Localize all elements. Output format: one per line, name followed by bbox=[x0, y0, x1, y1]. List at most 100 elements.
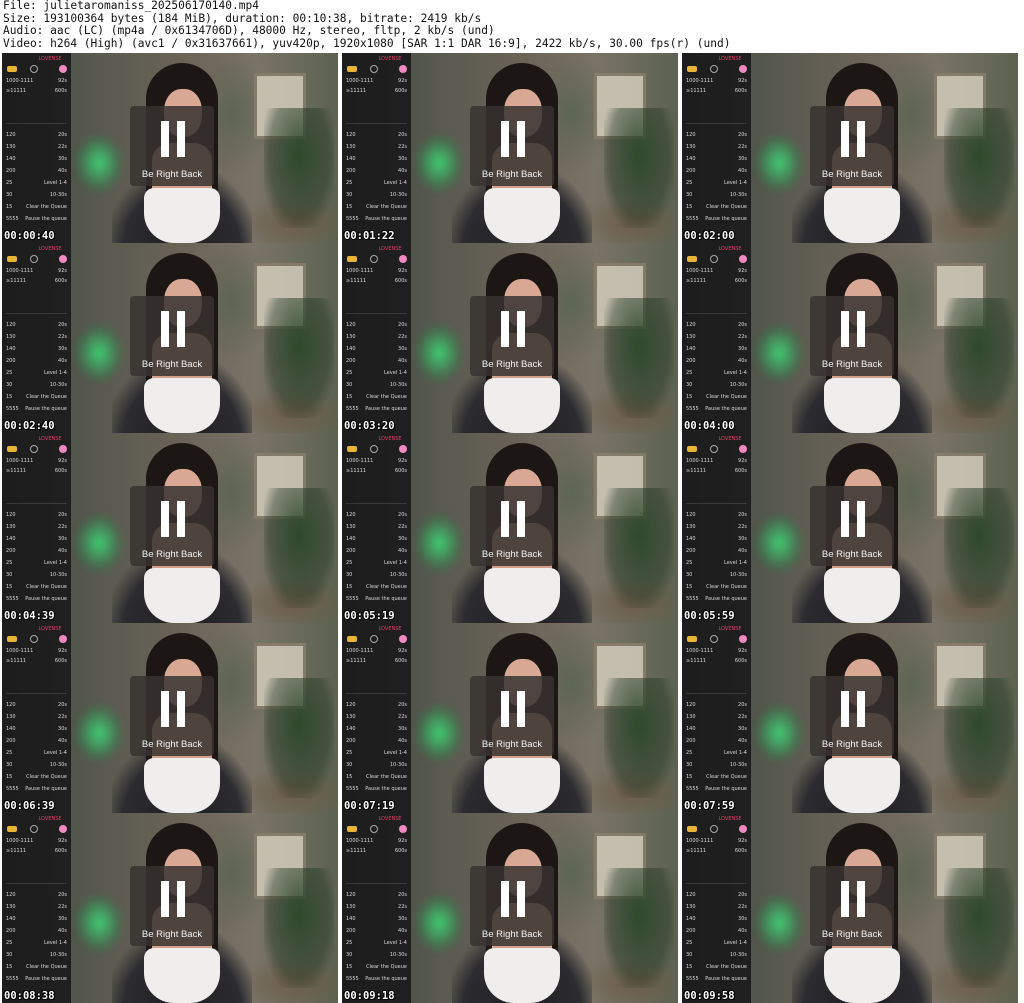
tip-menu-row: 25 Level 1-4 bbox=[346, 179, 407, 188]
tip-menu-row: 30 10-30s bbox=[6, 571, 67, 580]
panel-divider bbox=[6, 883, 67, 884]
tip-menu-amount: 15 bbox=[6, 774, 13, 780]
tip-menu-row: 140 30s bbox=[346, 345, 407, 354]
heart-icon bbox=[399, 825, 407, 833]
brb-label: Be Right Back bbox=[481, 549, 543, 560]
lovense-logo: LOVENSE bbox=[718, 246, 742, 252]
tip-menu-amount: 5555 bbox=[346, 216, 359, 222]
tip-menu-amount: 130 bbox=[6, 714, 16, 720]
tip-menu-amount: 15 bbox=[346, 584, 353, 590]
be-right-back-overlay: Be Right Back bbox=[810, 486, 894, 566]
pause-icon bbox=[161, 311, 185, 347]
tip-menu-panel: LOVENSE 1000-1111 92s ≥11111 600s 120 20s 130 22… bbox=[682, 813, 751, 1003]
tip-menu-action: 600s bbox=[54, 278, 67, 284]
tip-menu-amount: 130 bbox=[346, 904, 356, 910]
tip-menu-row: 1000-1111 92s bbox=[346, 457, 407, 466]
tip-menu-row: 5555 Pause the queue bbox=[346, 215, 407, 224]
tip-menu-action: Clear the Queue bbox=[26, 204, 67, 210]
be-right-back-overlay: Be Right Back bbox=[130, 106, 214, 186]
timer-icon bbox=[30, 255, 38, 263]
tip-menu-row: ≥11111 600s bbox=[346, 657, 407, 666]
tip-menu-amount: 25 bbox=[346, 370, 353, 376]
heart-icon bbox=[59, 445, 67, 453]
timer-icon bbox=[30, 825, 38, 833]
tip-menu-action: 10-30s bbox=[49, 952, 67, 958]
tip-menu-amount: 140 bbox=[346, 916, 356, 922]
tip-menu-row: ≥11111 600s bbox=[686, 467, 747, 476]
tip-menu-row: 140 30s bbox=[6, 155, 67, 164]
tip-menu-row: 200 40s bbox=[346, 357, 407, 366]
tip-menu-action: 20s bbox=[738, 322, 747, 328]
tip-menu-row: 1000-1111 92s bbox=[346, 837, 407, 846]
tip-menu-amount: ≥11111 bbox=[686, 658, 707, 664]
timestamp-label: 00:00:40 bbox=[4, 230, 55, 242]
tip-menu-amount: 15 bbox=[686, 584, 693, 590]
tip-menu-row: 1000-1111 92s bbox=[686, 267, 747, 276]
tip-menu-amount: 30 bbox=[6, 762, 13, 768]
tip-menu-panel: LOVENSE 1000-1111 92s ≥11111 600s 120 20s 130 22… bbox=[682, 623, 751, 813]
tip-menu-row: 1000-1111 92s bbox=[686, 77, 747, 86]
tip-menu-action: 600s bbox=[54, 848, 67, 854]
tip-menu-row: 120 20s bbox=[686, 321, 747, 330]
tip-menu-panel: LOVENSE 1000-1111 92s ≥11111 600s 120 20s 130 22… bbox=[2, 243, 71, 433]
tip-menu-row: 5555 Pause the queue bbox=[686, 405, 747, 414]
timestamp-label: 00:08:38 bbox=[4, 990, 55, 1002]
tip-menu-action: Level 1-4 bbox=[44, 940, 67, 946]
tip-menu-row: 200 40s bbox=[686, 357, 747, 366]
coin-icon bbox=[7, 256, 17, 262]
tip-menu-row: 130 22s bbox=[6, 903, 67, 912]
timer-icon bbox=[30, 65, 38, 73]
tip-menu-action: Pause the queue bbox=[25, 976, 67, 982]
heart-icon bbox=[59, 825, 67, 833]
tip-menu-action: 20s bbox=[398, 892, 407, 898]
tip-menu-amount: 200 bbox=[346, 168, 356, 174]
timer-icon bbox=[370, 255, 378, 263]
tip-menu-action: 600s bbox=[734, 658, 747, 664]
tip-menu-action: 22s bbox=[398, 144, 407, 150]
tip-menu-row: 15 Clear the Queue bbox=[346, 583, 407, 592]
tip-menu-action: 92s bbox=[738, 78, 747, 84]
white-top bbox=[144, 948, 220, 1003]
brb-label: Be Right Back bbox=[141, 549, 203, 560]
white-top bbox=[824, 758, 900, 813]
tip-menu-action: Clear the Queue bbox=[706, 584, 747, 590]
panel-divider bbox=[346, 693, 407, 694]
tip-menu-row: 25 Level 1-4 bbox=[686, 749, 747, 758]
tip-menu-amount: 140 bbox=[346, 726, 356, 732]
tip-menu-action: 10-30s bbox=[729, 762, 747, 768]
thumbnail-frame: LOVENSE 1000-1111 92s ≥11111 600s 120 20s 130 22… bbox=[342, 623, 678, 813]
lovense-logo: LOVENSE bbox=[38, 56, 62, 62]
tip-menu-row: 130 22s bbox=[686, 523, 747, 532]
tip-menu-row: 130 22s bbox=[6, 523, 67, 532]
tip-menu-action: Level 1-4 bbox=[724, 180, 747, 186]
tip-menu-row: 120 20s bbox=[346, 511, 407, 520]
pause-icon bbox=[841, 501, 865, 537]
timer-icon bbox=[370, 825, 378, 833]
brb-label: Be Right Back bbox=[481, 169, 543, 180]
tip-menu-row: 25 Level 1-4 bbox=[346, 939, 407, 948]
tip-menu-row: 30 10-30s bbox=[686, 761, 747, 770]
tip-menu-action: Pause the queue bbox=[705, 786, 747, 792]
tip-menu-panel: LOVENSE 1000-1111 92s ≥11111 600s 120 20s 130 22… bbox=[682, 433, 751, 623]
tip-menu-amount: 25 bbox=[6, 750, 13, 756]
file-name-line: File: julietaromaniss_202506170140.mp4 bbox=[3, 0, 259, 12]
tip-menu-amount: 30 bbox=[6, 572, 13, 578]
lovense-logo: LOVENSE bbox=[378, 626, 402, 632]
tip-menu-amount: 140 bbox=[6, 916, 16, 922]
tip-menu-row: 200 40s bbox=[686, 737, 747, 746]
tip-menu-amount: 5555 bbox=[686, 406, 699, 412]
tip-menu-action: Clear the Queue bbox=[366, 964, 407, 970]
plant bbox=[944, 488, 1014, 608]
tip-menu-amount: 120 bbox=[6, 702, 16, 708]
tip-menu-amount: 5555 bbox=[686, 786, 699, 792]
panel-divider bbox=[6, 313, 67, 314]
tip-menu-amount: 130 bbox=[6, 524, 16, 530]
tip-menu-row: 25 Level 1-4 bbox=[6, 939, 67, 948]
tip-menu-row: ≥11111 600s bbox=[686, 277, 747, 286]
lovense-logo: LOVENSE bbox=[378, 246, 402, 252]
brb-label: Be Right Back bbox=[141, 929, 203, 940]
tip-menu-amount: 30 bbox=[346, 762, 353, 768]
tip-menu-row: 30 10-30s bbox=[686, 191, 747, 200]
tip-menu-row: 25 Level 1-4 bbox=[686, 369, 747, 378]
tip-menu-amount: 120 bbox=[686, 322, 696, 328]
